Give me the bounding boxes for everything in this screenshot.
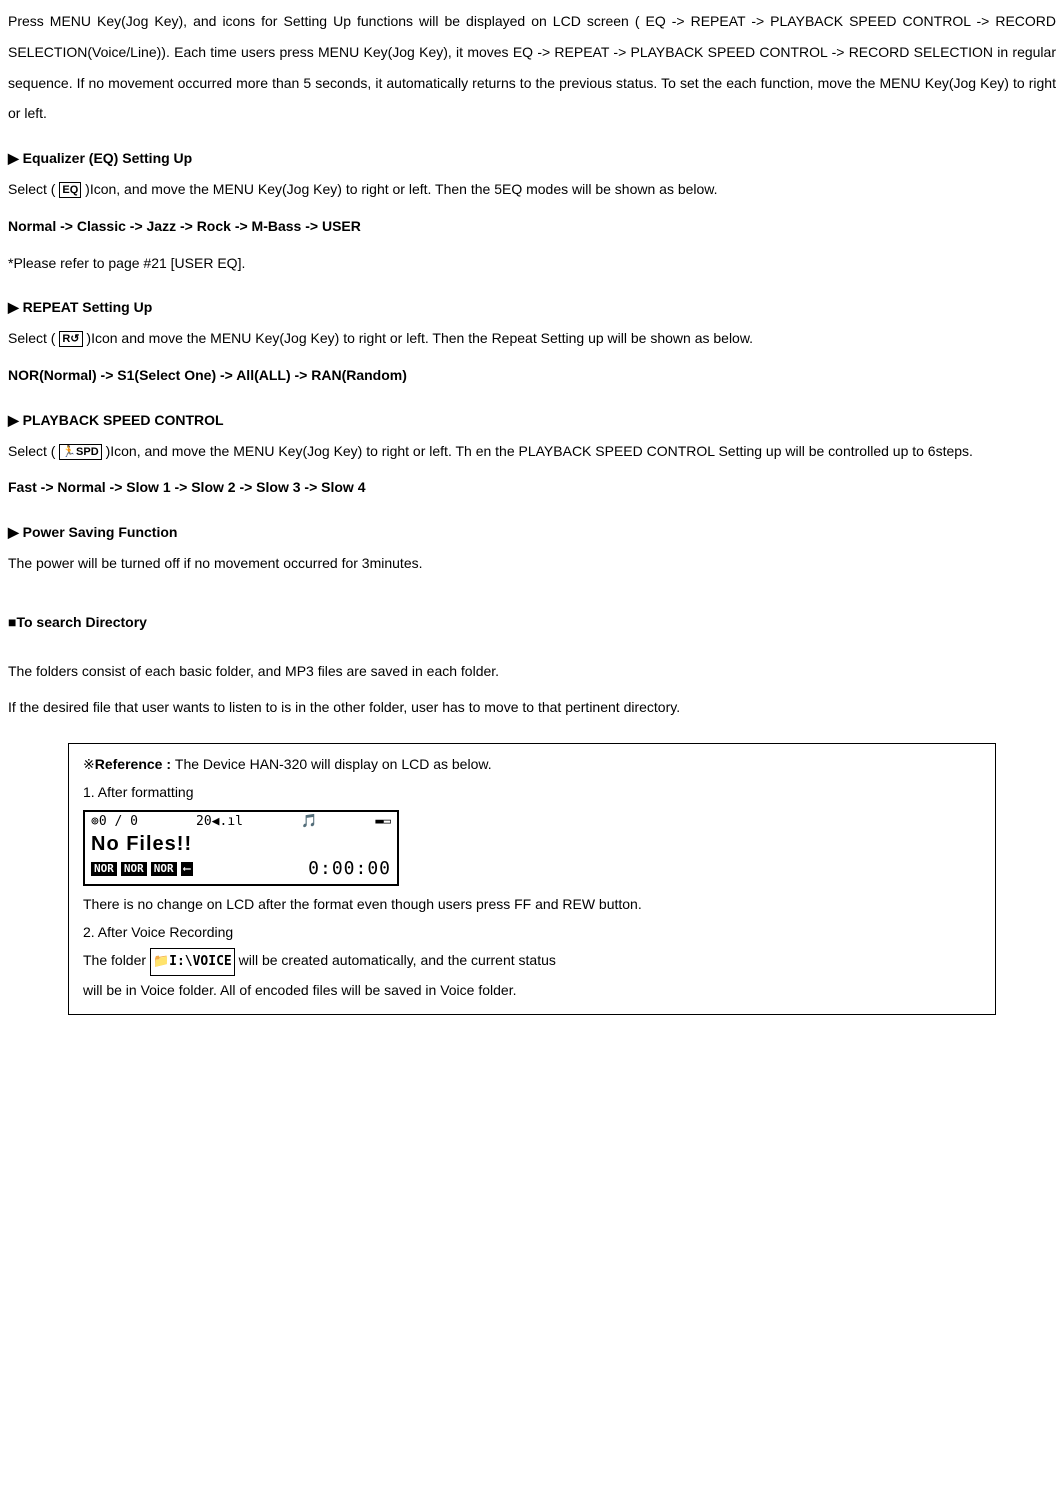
lcd-battery-icon: ▬▭ — [375, 814, 391, 831]
eq-select-post: )Icon, and move the MENU Key(Jog Key) to… — [81, 181, 717, 197]
directory-p2: If the desired file that user wants to l… — [8, 692, 1056, 723]
reference-label: Reference : — [95, 756, 175, 772]
lcd-music-icon: 🎵 — [301, 814, 317, 831]
repeat-select-pre: Select ( — [8, 330, 59, 346]
lcd-badge-3: NOR — [151, 862, 177, 876]
repeat-heading: REPEAT Setting Up — [8, 292, 1056, 323]
speed-select-pre: Select ( — [8, 443, 59, 459]
reference-symbol: ※ — [83, 756, 95, 772]
repeat-icon: R↺ — [59, 331, 82, 347]
speed-select-line: Select ( 🏃SPD )Icon, and move the MENU K… — [8, 436, 1056, 467]
speed-select-post: )Icon, and move the MENU Key(Jog Key) to… — [102, 443, 973, 459]
reference-title: ※Reference : The Device HAN-320 will dis… — [83, 750, 981, 778]
reference-item2-pre: The folder — [83, 952, 150, 968]
reference-item1-after: There is no change on LCD after the form… — [83, 890, 981, 918]
reference-box: ※Reference : The Device HAN-320 will dis… — [68, 743, 996, 1015]
reference-item2: 2. After Voice Recording — [83, 918, 981, 946]
repeat-select-post: )Icon and move the MENU Key(Jog Key) to … — [83, 330, 754, 346]
eq-select-line: Select ( EQ )Icon, and move the MENU Key… — [8, 174, 1056, 205]
directory-heading-text: To search Directory — [16, 614, 146, 630]
reference-item1: 1. After formatting — [83, 778, 981, 806]
power-text: The power will be turned off if no movem… — [8, 548, 1056, 579]
speed-modes: Fast -> Normal -> Slow 1 -> Slow 2 -> Sl… — [8, 472, 1056, 503]
reference-item2-line2: will be in Voice folder. All of encoded … — [83, 976, 981, 1004]
lcd-display: ⊚0 / 0 20◀.ıl 🎵 ▬▭ No Files!! NOR NOR NO… — [83, 810, 399, 886]
eq-select-pre: Select ( — [8, 181, 59, 197]
lcd-arrow-badge: ⟵ — [181, 862, 194, 876]
repeat-select-line: Select ( R↺ )Icon and move the MENU Key(… — [8, 323, 1056, 354]
lcd-badge-2: NOR — [121, 862, 147, 876]
lcd-time: 0:00:00 — [308, 857, 391, 880]
repeat-modes: NOR(Normal) -> S1(Select One) -> All(ALL… — [8, 360, 1056, 391]
intro-paragraph: Press MENU Key(Jog Key), and icons for S… — [8, 6, 1056, 129]
speed-heading: PLAYBACK SPEED CONTROL — [8, 405, 1056, 436]
eq-icon: EQ — [59, 182, 81, 198]
eq-heading: Equalizer (EQ) Setting Up — [8, 143, 1056, 174]
power-heading: Power Saving Function — [8, 517, 1056, 548]
eq-note: *Please refer to page #21 [USER EQ]. — [8, 248, 1056, 279]
directory-p1: The folders consist of each basic folder… — [8, 656, 1056, 687]
lcd-volume-indicator: 20◀.ıl — [196, 814, 243, 831]
lcd-track-indicator: ⊚0 / 0 — [91, 814, 138, 831]
lcd-top-row: ⊚0 / 0 20◀.ıl 🎵 ▬▭ — [91, 814, 391, 831]
reference-item2-post: will be created automatically, and the c… — [235, 952, 556, 968]
lcd-bottom-row: NOR NOR NOR ⟵ 0:00:00 — [91, 857, 391, 880]
reference-item2-line: The folder 📁I:\VOICE will be created aut… — [83, 946, 981, 975]
directory-heading: To search Directory — [8, 607, 1056, 638]
eq-modes: Normal -> Classic -> Jazz -> Rock -> M-B… — [8, 211, 1056, 242]
reference-text: The Device HAN-320 will display on LCD a… — [175, 756, 492, 772]
lcd-badge-1: NOR — [91, 862, 117, 876]
lcd-main-text: No Files!! — [91, 831, 391, 857]
voice-folder-icon: 📁I:\VOICE — [150, 948, 235, 976]
speed-icon: 🏃SPD — [59, 444, 101, 460]
